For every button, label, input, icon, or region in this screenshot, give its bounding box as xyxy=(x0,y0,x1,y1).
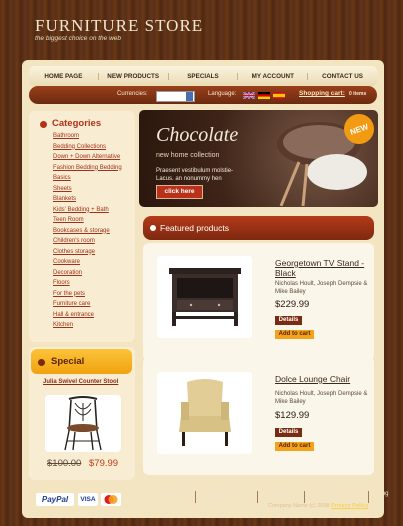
category-link[interactable]: Bathroom xyxy=(53,133,122,144)
product-details-button[interactable]: Details xyxy=(275,428,302,437)
shopping-cart-link[interactable]: Shopping cart: xyxy=(299,90,345,97)
mastercard-logo xyxy=(101,493,121,506)
promo-banner[interactable]: Chocolate new home collection Praesent v… xyxy=(139,110,378,207)
nav-home[interactable]: HOME PAGE xyxy=(29,72,99,80)
language-label: Language: xyxy=(208,91,237,97)
banner-text: Praesent vestibulum molstie- Lacus. an n… xyxy=(156,168,234,182)
copyright: Company Name (c) 2008 Privacy Policy xyxy=(268,503,368,509)
footer-link-log-in[interactable]: Log In xyxy=(367,491,403,503)
category-link[interactable]: Fashion Bedding Bedding xyxy=(53,165,122,176)
footer-link-create-account[interactable]: Create an Account xyxy=(303,491,368,503)
footer-link-advanced-search[interactable]: Advanced Search xyxy=(194,491,257,503)
category-link[interactable]: Clothes storage xyxy=(53,249,122,260)
product-by: Nicholas Hoult, Joseph Dempsie & Mike Ba… xyxy=(275,281,368,295)
store-title: FURNITURE STORE xyxy=(35,16,204,35)
special-new-price: $79.99 xyxy=(89,458,119,469)
nav-new-products[interactable]: NEW PRODUCTS xyxy=(99,72,169,80)
flag-es-icon[interactable] xyxy=(273,92,285,99)
product-name-link[interactable]: Georgetown TV Stand - Black xyxy=(275,258,370,278)
category-link[interactable]: Teen Room xyxy=(53,217,122,228)
category-list: Bathroom Bedding Collections Down + Down… xyxy=(53,133,122,333)
currencies-label: Currencies: xyxy=(117,91,148,97)
product-price: $229.99 xyxy=(275,299,310,310)
banner-subtitle: new home collection xyxy=(156,152,220,159)
add-to-cart-button[interactable]: Add to cart xyxy=(275,330,314,339)
store-tagline: the biggest choice on the web xyxy=(35,35,122,42)
category-link[interactable]: Floors xyxy=(53,280,122,291)
nav-contact-us[interactable]: CONTACT US xyxy=(308,73,377,80)
product-by: Nicholas Hoult, Joseph Dempsie & Mike Ba… xyxy=(275,391,368,405)
flag-de-icon[interactable] xyxy=(258,92,270,99)
footer-links: Specials Advanced Search Contact Us Crea… xyxy=(162,491,403,503)
new-badge-icon: NEW xyxy=(344,114,374,144)
category-link[interactable]: Hall & entrance xyxy=(53,312,122,323)
lounge-chair-icon xyxy=(179,379,231,446)
copyright-text: Company Name (c) 2008 xyxy=(268,503,330,509)
special-product-image[interactable] xyxy=(45,395,121,452)
main-nav: HOME PAGE NEW PRODUCTS SPECIALS MY ACCOU… xyxy=(29,66,377,86)
product-price: $129.99 xyxy=(275,410,310,421)
visa-logo: VISA xyxy=(78,493,98,506)
special-product-link[interactable]: Julia Swivel Counter Stool xyxy=(43,379,118,385)
category-link[interactable]: Cookware xyxy=(53,259,122,270)
category-link[interactable]: Blankets xyxy=(53,196,122,207)
bar-stool-icon xyxy=(64,396,102,451)
product-image[interactable] xyxy=(157,256,252,338)
product-details-button[interactable]: Details xyxy=(275,316,302,325)
footer-link-specials[interactable]: Specials xyxy=(162,491,195,503)
product-name-link[interactable]: Dolce Lounge Chair xyxy=(275,374,370,384)
category-link[interactable]: Bookcases & storage xyxy=(53,228,122,239)
special-bullet-icon xyxy=(38,359,45,366)
category-link[interactable]: Decoration xyxy=(53,270,122,281)
tv-stand-icon xyxy=(169,268,241,326)
category-link[interactable]: Sheets xyxy=(53,186,122,197)
banner-title: Chocolate xyxy=(156,124,239,146)
category-link[interactable]: Kids' Bedding + Bath xyxy=(53,207,122,218)
mastercard-icon xyxy=(104,495,118,504)
category-link[interactable]: Kitchen xyxy=(53,322,122,333)
footer-link-contact-us[interactable]: Contact Us xyxy=(256,491,304,503)
currency-select[interactable] xyxy=(156,91,195,102)
banner-click-here-button[interactable]: click here xyxy=(156,185,203,199)
featured-heading: Featured products xyxy=(160,223,229,233)
categories-bullet-icon xyxy=(40,121,47,128)
categories-heading: Categories xyxy=(52,118,102,129)
category-link[interactable]: For the pets xyxy=(53,291,122,302)
paypal-logo: PayPal xyxy=(36,493,74,506)
nav-my-account[interactable]: MY ACCOUNT xyxy=(238,72,309,80)
category-link[interactable]: Children's room xyxy=(53,238,122,249)
category-link[interactable]: Bedding Collections xyxy=(53,144,122,155)
featured-bullet-icon xyxy=(150,225,156,231)
cart-count: 0 items xyxy=(349,91,367,97)
nav-specials[interactable]: SPECIALS xyxy=(169,72,239,80)
product-image[interactable] xyxy=(157,372,252,454)
special-old-price: $100.00 xyxy=(47,458,82,469)
category-link[interactable]: Down + Down Alternative xyxy=(53,154,122,165)
special-heading: Special xyxy=(51,356,85,367)
add-to-cart-button[interactable]: Add to cart xyxy=(275,442,314,451)
utility-bar: Currencies: Language: Shopping cart: 0 i… xyxy=(29,86,377,104)
flag-uk-icon[interactable] xyxy=(243,92,255,99)
category-link[interactable]: Basics xyxy=(53,175,122,186)
privacy-policy-link[interactable]: Privacy Policy xyxy=(331,503,368,509)
category-link[interactable]: Furniture care xyxy=(53,301,122,312)
